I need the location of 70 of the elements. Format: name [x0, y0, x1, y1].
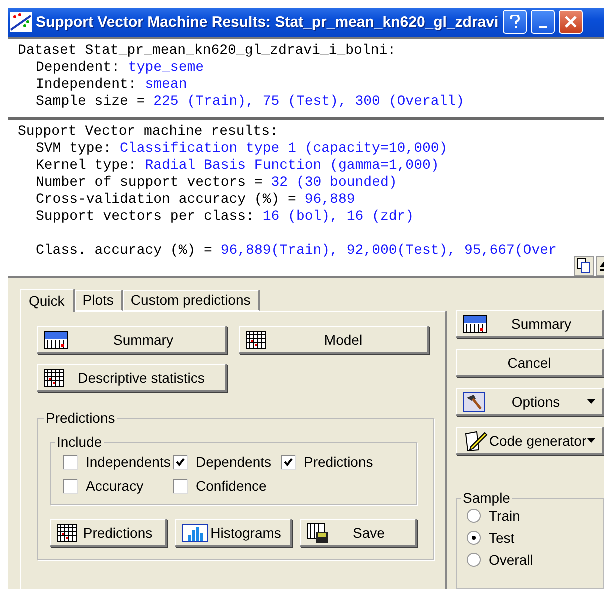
radio-button[interactable]: [467, 531, 481, 545]
checkbox[interactable]: [173, 454, 188, 470]
checkbox[interactable]: [63, 454, 78, 470]
help-icon: [510, 15, 520, 30]
options-button[interactable]: Options: [456, 388, 604, 416]
output-label: SVM type:: [36, 140, 113, 158]
radio-option[interactable]: Overall: [467, 552, 595, 568]
app-icon: [10, 12, 32, 32]
radio-button[interactable]: [467, 553, 481, 567]
output-value: 96,889: [304, 192, 356, 209]
close-button[interactable]: [558, 10, 583, 34]
checkbox-option[interactable]: Predictions: [281, 454, 391, 470]
output-label: Independent:: [36, 76, 138, 94]
save-button[interactable]: Save: [300, 519, 417, 547]
checkbox-option[interactable]: Accuracy: [63, 478, 173, 494]
table-icon: [44, 368, 64, 386]
output-value: type_seme: [128, 60, 204, 77]
predictions-button[interactable]: Predictions: [50, 519, 167, 547]
summary-button[interactable]: Summary: [456, 310, 604, 338]
output-label: Dependent:: [36, 60, 122, 77]
histograms-button[interactable]: Histograms: [175, 519, 292, 547]
checkbox[interactable]: [281, 454, 296, 470]
radio-option[interactable]: Train: [467, 508, 595, 524]
close-icon: [564, 16, 577, 28]
tab[interactable]: Custom predictions: [122, 290, 260, 311]
output-value: Classification type 1 (capacity=10,000): [120, 140, 448, 158]
output-heading: Support Vector machine results:: [18, 124, 278, 141]
output-label: Sample size =: [36, 94, 146, 111]
output-value: 225 (Train), 75 (Test), 300 (Overall): [154, 94, 464, 111]
window-title: Support Vector Machine Results: Stat_pr_mean_kn620_gl_zdravi: [36, 14, 499, 31]
summary-table-icon: [463, 314, 487, 332]
summary-table-icon: [44, 330, 68, 348]
checkbox-option[interactable]: Confidence: [173, 478, 281, 494]
checkbox-option[interactable]: Dependents: [173, 454, 281, 470]
help-button[interactable]: [502, 10, 527, 34]
tab[interactable]: Quick: [20, 289, 75, 312]
group-title: Predictions: [45, 410, 116, 426]
output-label: Support vectors per class:: [36, 208, 256, 226]
table-icon: [246, 330, 266, 348]
output-value: 96,889(Train), 92,000(Test), 95,667(Over: [220, 242, 557, 260]
radio-option[interactable]: Test: [467, 530, 595, 546]
output-label: Class. accuracy (%) =: [36, 242, 214, 260]
statistics-button[interactable]: Descriptive statistics: [37, 364, 227, 392]
group-title: Sample: [462, 490, 512, 506]
pencil-paper-icon: [463, 430, 489, 452]
minimize-icon: [538, 26, 547, 28]
output-value: smean: [145, 76, 188, 94]
table-floppy-icon: [307, 522, 329, 542]
hammer-icon: [463, 392, 485, 412]
tab[interactable]: Plots: [74, 290, 123, 311]
checkbox[interactable]: [63, 478, 78, 494]
code-generator-button[interactable]: Code generator: [456, 427, 604, 455]
radio-button[interactable]: [467, 509, 481, 523]
table-icon: [57, 524, 77, 542]
checkbox-option[interactable]: Independents: [63, 454, 173, 470]
output-value: Radial Basis Function (gamma=1,000): [145, 158, 440, 175]
output-label: Number of support vectors =: [36, 174, 264, 192]
output-value: 16 (bol), 16 (zdr): [262, 208, 414, 226]
group-title: Include: [56, 434, 104, 450]
cancel-button[interactable]: Cancel: [456, 349, 604, 377]
output-value: 32 (30 bounded): [271, 174, 398, 192]
histogram-icon: [182, 524, 208, 542]
minimize-button[interactable]: [530, 10, 555, 34]
output-label: Cross-validation accuracy (%) =: [36, 192, 298, 209]
model-button[interactable]: Model: [239, 326, 429, 354]
summary-button[interactable]: Summary: [37, 326, 227, 354]
output-label: Kernel type:: [36, 158, 138, 175]
checkbox[interactable]: [173, 478, 188, 494]
copy-icon[interactable]: [574, 256, 594, 276]
output-heading: Dataset Stat_pr_mean_kn620_gl_zdravi_i_bolni:: [18, 42, 396, 60]
